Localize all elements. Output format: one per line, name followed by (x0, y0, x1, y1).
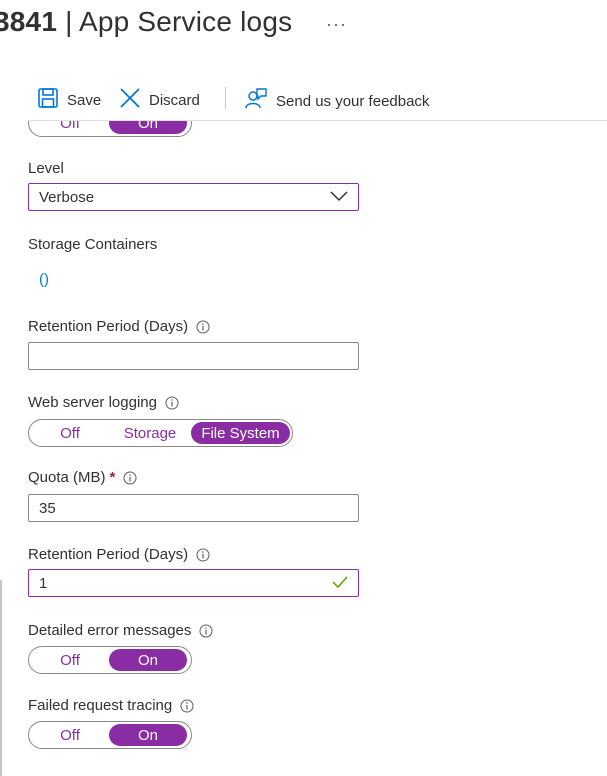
web-server-logging-label-text: Web server logging (28, 394, 157, 411)
detailed-errors-on[interactable]: On (109, 649, 187, 671)
left-edge-border (0, 580, 2, 776)
quota-input[interactable]: 35 (28, 494, 359, 522)
info-icon[interactable] (123, 471, 137, 485)
checkmark-icon (332, 575, 348, 592)
required-indicator: * (109, 469, 116, 486)
detailed-errors-label-text: Detailed error messages (28, 622, 192, 639)
info-icon[interactable] (196, 320, 210, 334)
toolbar-divider (225, 87, 226, 109)
app-logging-on[interactable]: On (109, 121, 187, 134)
storage-containers-label: Storage Containers (28, 236, 157, 253)
storage-containers-link[interactable]: () (39, 271, 49, 288)
feedback-label: Send us your feedback (276, 92, 430, 110)
web-server-logging-off[interactable]: Off (31, 422, 109, 444)
level-value: Verbose (39, 188, 95, 206)
retention-period-app-label-text: Retention Period (Days) (28, 318, 189, 335)
save-label: Save (67, 91, 102, 109)
page-title: 3841 | App Service logs (0, 6, 292, 38)
feedback-button[interactable]: Send us your feedback (244, 87, 429, 115)
storage-containers-label-text: Storage Containers (28, 236, 158, 253)
page-title-separator: | (57, 6, 79, 37)
quota-label-text: Quota (MB) (28, 469, 106, 486)
failed-request-toggle[interactable]: Off On (28, 721, 192, 749)
detailed-errors-off[interactable]: Off (31, 649, 109, 671)
chevron-down-icon (330, 189, 348, 206)
retention-period-app-input[interactable] (28, 342, 359, 370)
page-title-main: App Service logs (78, 6, 293, 37)
info-icon[interactable] (180, 699, 194, 713)
save-icon (37, 87, 59, 113)
feedback-icon (244, 87, 268, 115)
level-label-text: Level (28, 160, 64, 177)
web-server-logging-label: Web server logging (28, 394, 179, 411)
close-icon (119, 87, 141, 113)
info-icon[interactable] (199, 624, 213, 638)
web-server-logging-file-system[interactable]: File System (191, 422, 290, 444)
app-logging-toggle-clip: Off On (28, 121, 192, 137)
level-label: Level (28, 160, 64, 177)
web-server-logging-toggle[interactable]: Off Storage File System (28, 419, 293, 447)
detailed-errors-toggle[interactable]: Off On (28, 646, 192, 674)
app-logging-off[interactable]: Off (31, 121, 109, 134)
info-icon[interactable] (196, 548, 210, 562)
retention-period-web-label: Retention Period (Days) (28, 546, 210, 563)
page-title-prefix: 3841 (0, 6, 58, 37)
web-server-logging-storage[interactable]: Storage (109, 422, 191, 444)
retention-period-web-input[interactable]: 1 (28, 569, 359, 597)
failed-request-label-text: Failed request tracing (28, 697, 173, 714)
discard-button[interactable]: Discard (119, 87, 200, 113)
save-button[interactable]: Save (37, 87, 101, 113)
retention-period-web-label-text: Retention Period (Days) (28, 546, 189, 563)
failed-request-on[interactable]: On (109, 724, 187, 746)
level-dropdown[interactable]: Verbose (28, 183, 359, 211)
more-options-button[interactable]: ··· (326, 14, 347, 35)
discard-label: Discard (149, 91, 200, 109)
retention-period-app-label: Retention Period (Days) (28, 318, 210, 335)
failed-request-label: Failed request tracing (28, 697, 194, 714)
quota-label: Quota (MB) * (28, 469, 137, 486)
detailed-errors-label: Detailed error messages (28, 622, 213, 639)
info-icon[interactable] (165, 396, 179, 410)
retention-period-web-value: 1 (39, 574, 48, 592)
failed-request-off[interactable]: Off (31, 724, 109, 746)
app-logging-toggle[interactable]: Off On (28, 121, 192, 137)
